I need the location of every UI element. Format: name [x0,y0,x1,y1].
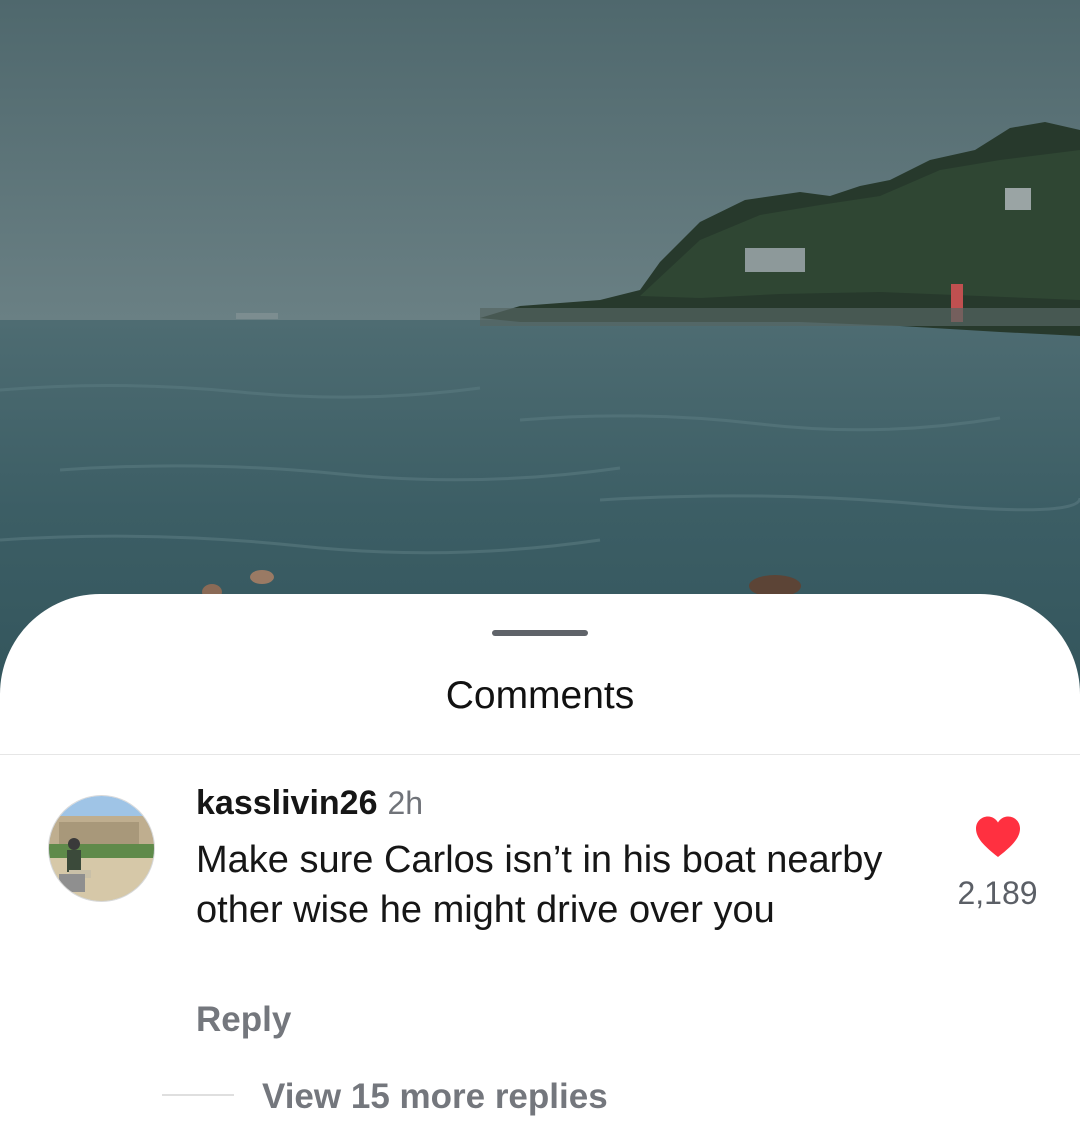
comment-item: kasslivin26 2h Make sure Carlos isn’t in … [0,755,1080,1125]
comments-sheet: Comments kasslivin26 2h Make sure Carlos … [0,594,1080,1125]
comment-text: Make sure Carlos isn’t in his boat nearb… [196,839,883,931]
replies-divider-line [162,1094,234,1096]
heart-icon[interactable] [974,815,1022,859]
username[interactable]: kasslivin26 [196,784,377,822]
like-count: 2,189 [957,875,1038,911]
view-more-replies-button[interactable]: View 15 more replies [262,1075,608,1119]
comment-meta: kasslivin26 2h [196,783,423,830]
sheet-title: Comments [445,674,635,717]
like-control: 2,189 [940,815,1055,913]
reply-button[interactable]: Reply [196,998,291,1042]
avatar[interactable] [48,795,155,902]
timestamp: 2h [387,785,424,821]
drag-handle[interactable] [492,630,588,636]
